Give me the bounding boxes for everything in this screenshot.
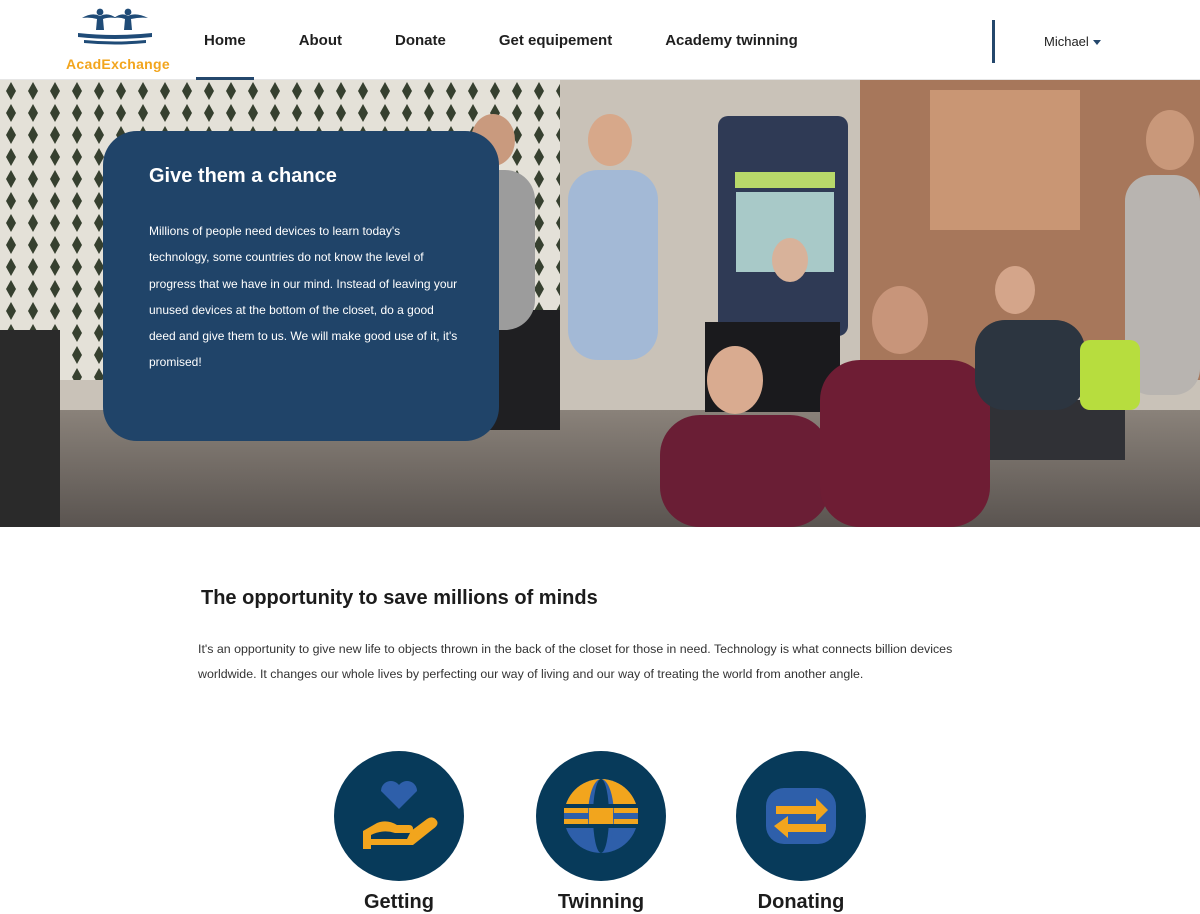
caret-down-icon — [1092, 40, 1101, 45]
feature-getting-label: Getting — [364, 891, 434, 913]
opportunity-text: It's an opportunity to give new life to … — [198, 642, 953, 681]
top-navbar: AcadExchange Home About Donate Get equip… — [0, 0, 1200, 81]
hero-card: Give them a chance Millions of people ne… — [103, 131, 499, 441]
brand-name: AcadExchange — [66, 56, 170, 72]
user-menu-dropdown[interactable]: Michael — [1044, 34, 1101, 49]
feature-twinning-circle — [536, 751, 666, 881]
exchange-arrows-icon — [766, 788, 836, 844]
feature-donating-circle — [736, 751, 866, 881]
hero-title: Give them a chance — [149, 165, 337, 187]
brand-logo[interactable]: AcadExchange — [60, 4, 170, 74]
main-nav: Home About Donate Get equipement Academy… — [196, 0, 843, 81]
nav-divider — [992, 20, 995, 63]
user-name: Michael — [1044, 34, 1089, 49]
hero-section: Give them a chance Millions of people ne… — [0, 80, 1200, 527]
globe-icon — [564, 779, 638, 853]
feature-getting-circle — [334, 751, 464, 881]
hero-text: Millions of people need devices to learn… — [149, 224, 458, 370]
opportunity-title: The opportunity to save millions of mind… — [201, 587, 598, 609]
nav-get-equipement[interactable]: Get equipement — [491, 0, 620, 80]
nav-home[interactable]: Home — [196, 0, 254, 81]
nav-academy-twinning[interactable]: Academy twinning — [657, 0, 806, 80]
feature-donating-label: Donating — [757, 891, 845, 913]
nav-donate[interactable]: Donate — [387, 0, 454, 80]
heart-in-hand-icon — [363, 781, 438, 849]
features-row: Getting Twinning Donating — [0, 751, 1200, 913]
feature-donating[interactable]: Donating — [736, 751, 866, 914]
feature-twinning[interactable]: Twinning — [536, 751, 666, 914]
feature-twinning-label: Twinning — [557, 891, 645, 913]
feature-getting[interactable]: Getting — [334, 751, 464, 914]
logo-mark-icon — [78, 8, 152, 45]
nav-about[interactable]: About — [291, 0, 350, 80]
